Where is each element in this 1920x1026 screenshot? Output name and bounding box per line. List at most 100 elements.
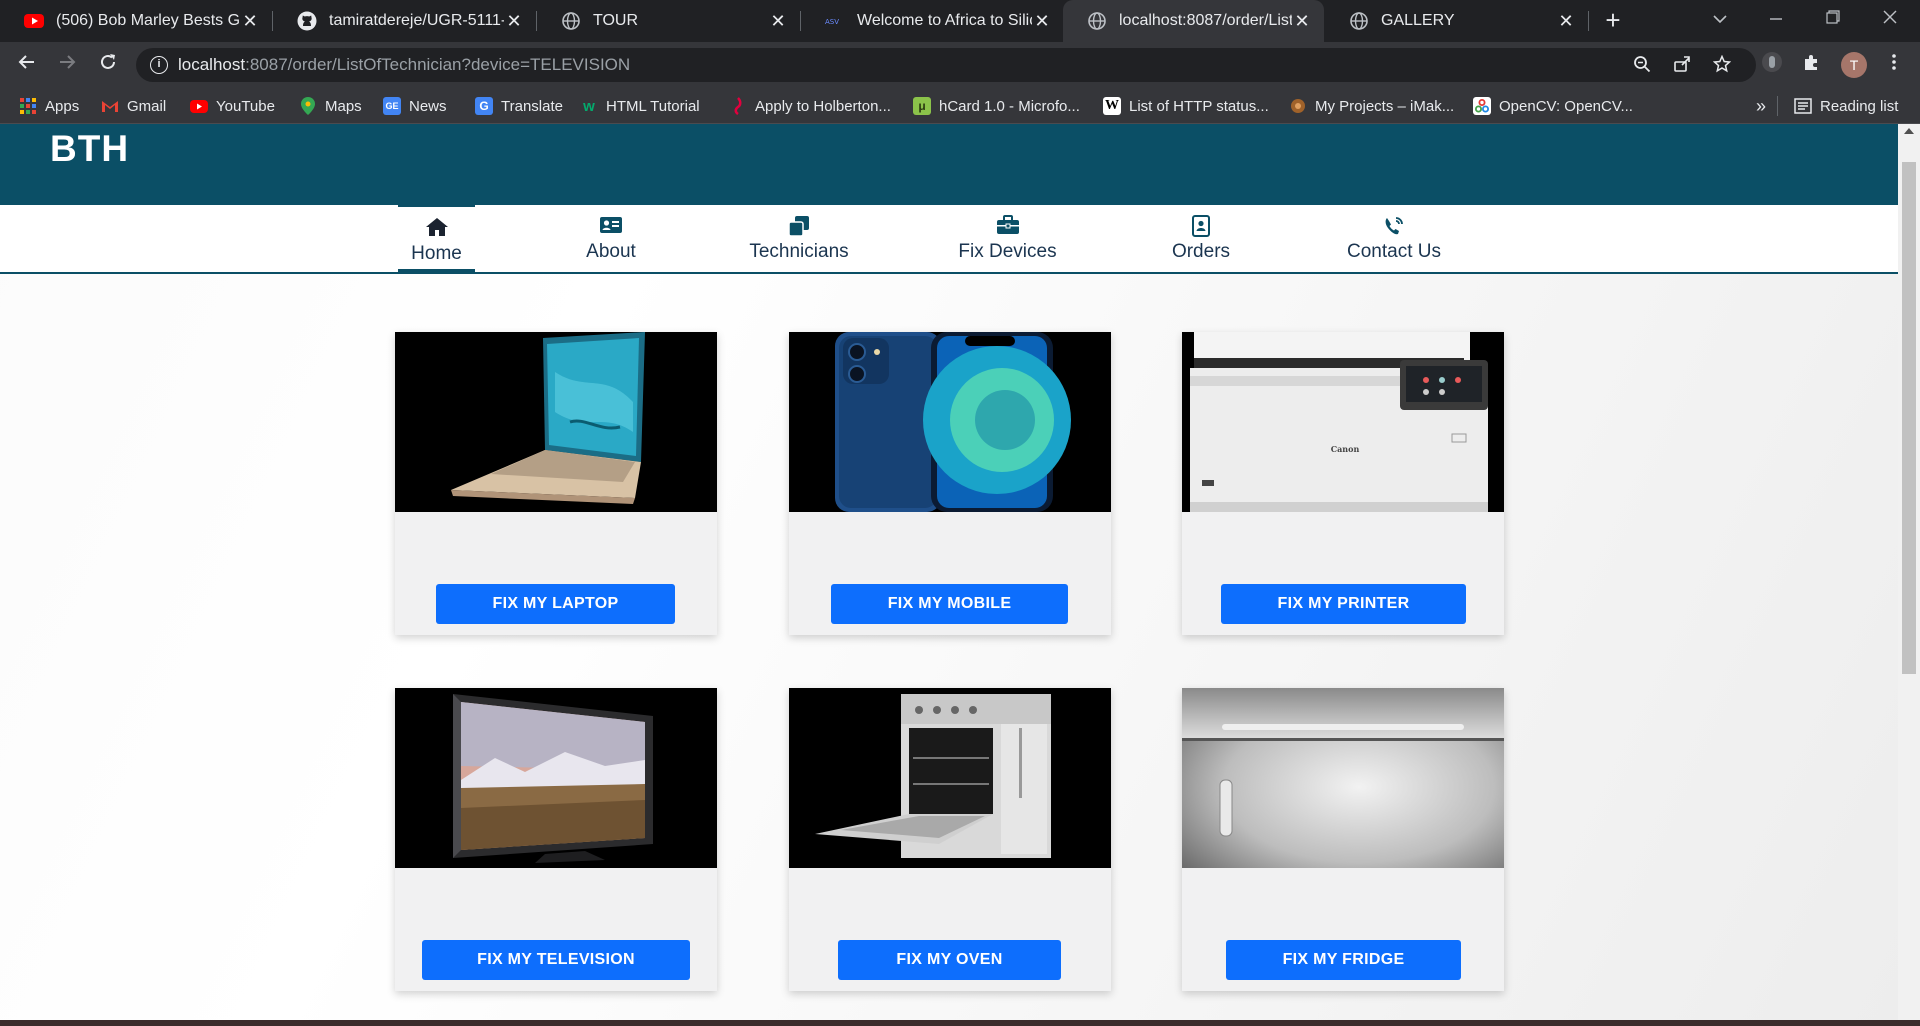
bookmark-star-icon[interactable] — [1711, 54, 1733, 77]
close-tab-icon[interactable]: ✕ — [1292, 11, 1312, 31]
nav-label: Orders — [1171, 241, 1231, 262]
reading-list-label: Reading list — [1820, 97, 1899, 115]
fridge-image — [1182, 688, 1504, 868]
share-icon[interactable] — [1671, 55, 1693, 77]
laptop-image — [395, 332, 717, 512]
page-scrollbar[interactable] — [1898, 124, 1920, 1020]
nav-technicians[interactable]: Technicians — [745, 205, 853, 272]
bookmark-opencv[interactable]: OpenCV: OpenCV... — [1473, 88, 1633, 124]
nav-label: Fix Devices — [958, 241, 1057, 262]
github-icon — [297, 11, 317, 31]
taskbar-edge — [0, 1020, 1920, 1026]
mobile-image — [789, 332, 1111, 512]
bookmark-html-tutorial[interactable]: w HTML Tutorial — [580, 88, 700, 124]
browser-tab[interactable]: tamiratdereje/UGR-5111-1 ✕ — [273, 0, 536, 42]
id-card-icon — [570, 215, 652, 237]
bookmark-youtube[interactable]: YouTube — [190, 88, 275, 124]
bookmark-gmail[interactable]: Gmail — [101, 88, 166, 124]
address-url[interactable]: localhost:8087/order/ListOfTechnician?de… — [178, 55, 630, 75]
tab-title: tamiratdereje/UGR-5111-1 — [329, 12, 504, 29]
nav-about[interactable]: About — [570, 205, 652, 272]
profile-avatar[interactable]: T — [1841, 52, 1867, 78]
fix-fridge-button[interactable]: FIX MY FRIDGE — [1226, 940, 1461, 980]
device-card-mobile: FIX MY MOBILE — [789, 332, 1111, 635]
youtube-icon — [190, 97, 208, 115]
bookmark-holberton[interactable]: Apply to Holberton... — [729, 88, 891, 124]
fix-mobile-button[interactable]: FIX MY MOBILE — [831, 584, 1068, 624]
device-card-fridge: FIX MY FRIDGE — [1182, 688, 1504, 991]
device-card-laptop: FIX MY LAPTOP — [395, 332, 717, 635]
address-bar[interactable]: i localhost:8087/order/ListOfTechnician?… — [136, 48, 1756, 82]
maps-icon — [299, 97, 317, 115]
close-tab-icon[interactable]: ✕ — [768, 11, 788, 31]
reading-list-button[interactable]: Reading list — [1794, 88, 1898, 124]
scroll-up-arrow-icon[interactable] — [1904, 128, 1914, 134]
back-button[interactable] — [12, 50, 42, 80]
bookmark-label: News — [409, 97, 447, 115]
close-tab-icon[interactable]: ✕ — [1556, 11, 1576, 31]
bookmark-label: hCard 1.0 - Microfo... — [939, 97, 1080, 115]
nav-label: Technicians — [749, 241, 849, 262]
w3schools-icon: w — [583, 97, 595, 115]
globe-icon — [1087, 11, 1107, 31]
bookmark-label: My Projects – iMak... — [1315, 97, 1455, 115]
bookmark-label: Gmail — [127, 97, 167, 115]
extensions-puzzle-icon[interactable] — [1797, 51, 1825, 79]
fix-printer-button[interactable]: FIX MY PRINTER — [1221, 584, 1466, 624]
restore-window-button[interactable] — [1803, 0, 1863, 42]
close-tab-icon[interactable]: ✕ — [240, 11, 260, 31]
fix-television-button[interactable]: FIX MY TELEVISION — [422, 940, 690, 980]
bookmark-apps[interactable]: Apps — [19, 88, 79, 124]
bookmark-hcard[interactable]: μ hCard 1.0 - Microfo... — [913, 88, 1080, 124]
bookmark-news[interactable]: GE News — [383, 88, 447, 124]
bookmark-http-status[interactable]: W List of HTTP status... — [1103, 88, 1269, 124]
close-tab-icon[interactable]: ✕ — [504, 11, 524, 31]
browser-tab-active[interactable]: localhost:8087/order/ListOf ✕ — [1063, 0, 1324, 42]
nav-home[interactable]: Home — [398, 205, 475, 272]
brand-logo[interactable]: BTH — [50, 128, 129, 170]
tab-title: TOUR — [593, 12, 639, 29]
page-viewport: BTH Home About Technicians Fix Devices O… — [0, 124, 1898, 1020]
browser-toolbar: i localhost:8087/order/ListOfTechnician?… — [0, 42, 1920, 88]
minimize-window-button[interactable] — [1746, 0, 1806, 42]
bookmark-label: OpenCV: OpenCV... — [1499, 97, 1633, 115]
gmail-icon — [101, 97, 119, 115]
bookmark-label: HTML Tutorial — [606, 97, 700, 115]
bookmark-translate[interactable]: G Translate — [475, 88, 563, 124]
close-window-button[interactable] — [1860, 0, 1920, 42]
opencv-icon — [1473, 97, 1491, 115]
device-card-oven: FIX MY OVEN — [789, 688, 1111, 991]
chrome-menu-icon[interactable] — [1880, 51, 1908, 79]
tab-search-chevron-icon[interactable] — [1690, 0, 1750, 42]
youtube-icon — [24, 11, 44, 31]
forward-button[interactable] — [52, 50, 82, 80]
new-tab-button[interactable]: + — [1598, 6, 1628, 36]
browser-tab[interactable]: TOUR ✕ — [537, 0, 800, 42]
bookmark-imake[interactable]: My Projects – iMak... — [1289, 88, 1454, 124]
nav-fix-devices[interactable]: Fix Devices — [955, 205, 1060, 272]
fix-oven-button[interactable]: FIX MY OVEN — [838, 940, 1061, 980]
home-icon — [398, 217, 475, 239]
more-bookmarks-button[interactable]: » — [1756, 88, 1766, 124]
bookmark-label: Maps — [325, 97, 362, 115]
browser-tab[interactable]: GALLERY ✕ — [1325, 0, 1588, 42]
nav-contact-us[interactable]: Contact Us — [1344, 205, 1444, 272]
globe-icon — [561, 11, 581, 31]
browser-tab[interactable]: (506) Bob Marley Bests Gre ✕ — [0, 0, 272, 42]
fix-laptop-button[interactable]: FIX MY LAPTOP — [436, 584, 675, 624]
bookmark-maps[interactable]: Maps — [299, 88, 362, 124]
tab-title: localhost:8087/order/ListOf — [1119, 12, 1292, 29]
bookmark-label: YouTube — [216, 97, 275, 115]
browser-tab[interactable]: ASV Welcome to Africa to Silicon ✕ — [801, 0, 1064, 42]
nav-orders[interactable]: Orders — [1160, 205, 1242, 272]
extension-avatar-icon[interactable] — [1758, 51, 1786, 79]
site-info-icon[interactable]: i — [150, 56, 168, 74]
microformats-icon: μ — [913, 97, 931, 115]
scrollbar-thumb[interactable] — [1902, 162, 1916, 674]
imake-icon — [1289, 97, 1307, 115]
close-tab-icon[interactable]: ✕ — [1032, 11, 1052, 31]
reading-list-icon — [1794, 97, 1812, 115]
zoom-icon[interactable] — [1631, 55, 1653, 77]
reload-button[interactable] — [93, 50, 123, 80]
clone-icon — [745, 215, 853, 237]
